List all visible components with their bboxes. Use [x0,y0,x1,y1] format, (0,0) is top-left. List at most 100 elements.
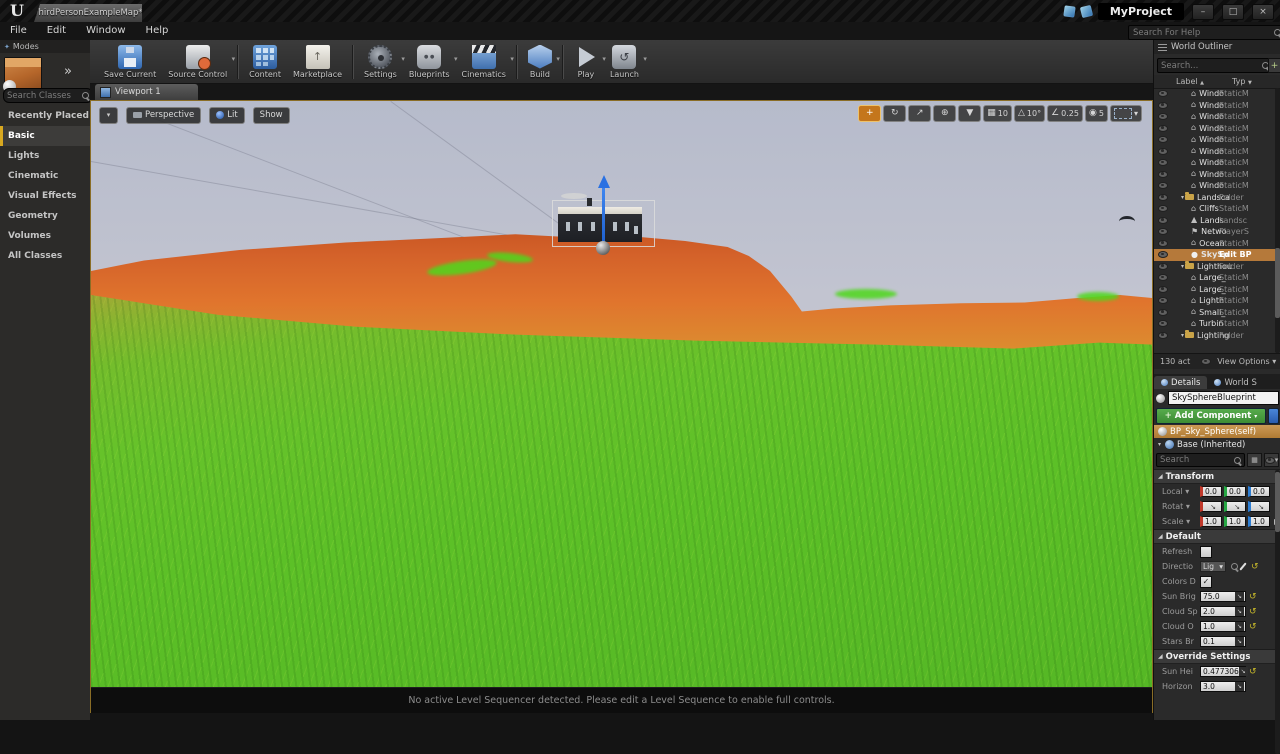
house-roof[interactable] [558,207,642,214]
visibility-eye-icon[interactable] [1158,263,1168,270]
mode-item-geometry[interactable]: Geometry [0,206,90,226]
menu-edit[interactable]: Edit [37,22,76,40]
minimize-button[interactable]: – [1192,4,1214,20]
chevron-down-icon[interactable]: ▾ [401,55,405,63]
surface-snap-button[interactable]: ▼ [958,105,981,122]
mode-item-all-classes[interactable]: All Classes [0,246,90,266]
outliner-row[interactable]: ⌂WindoStaticM [1154,134,1280,146]
maximize-button[interactable]: □ [1222,4,1244,20]
axis-input[interactable]: 1.0 [1200,516,1222,527]
eyedropper-icon[interactable] [1239,562,1246,570]
visibility-eye-icon[interactable] [1158,90,1168,97]
viewport-scene[interactable]: ▾ Perspective Lit Show +↻↗⊕▼▦10△10°∠0.25… [91,101,1152,687]
outliner-row[interactable]: ⌂WindoStaticM [1154,169,1280,181]
perspective-button[interactable]: Perspective [126,107,201,124]
camera-speed-button[interactable]: ◉5 [1085,105,1108,122]
visibility-eye-icon[interactable] [1158,148,1168,155]
outliner-row[interactable]: ⚑NetwoPlayerS [1154,226,1280,238]
toolbar-content-button[interactable]: Content [249,45,281,79]
outliner-row[interactable]: ⌂Large_StaticM [1154,284,1280,296]
axis-input[interactable]: ↘ [1200,501,1222,512]
spinner-icon[interactable]: ↘ [1235,592,1244,601]
pointer-icon[interactable] [1080,5,1093,18]
toolbar-settings-button[interactable]: Settings▾ [364,45,397,79]
outliner-row[interactable]: ⌂WindoStaticM [1154,146,1280,158]
expander-icon[interactable]: ▾ [1181,263,1184,270]
actor-name-field[interactable]: SkySphereBlueprint [1168,391,1279,405]
visibility-eye-icon[interactable] [1158,251,1168,258]
visibility-eye-icon[interactable] [1158,297,1168,304]
mode-item-recently-placed[interactable]: Recently Placed [0,106,90,126]
outliner-row[interactable]: ▾LandscaFolder [1154,192,1280,204]
outliner-row[interactable]: ⌂OceanStaticM [1154,238,1280,250]
visibility-eye-icon[interactable] [1158,228,1168,235]
type-column-header[interactable]: Typ ▼ [1232,77,1252,86]
reset-to-default-icon[interactable]: ↺ [1249,622,1257,632]
gizmo-origin-handle[interactable] [596,241,610,255]
feedback-icon[interactable] [1063,5,1075,17]
mode-item-volumes[interactable]: Volumes [0,226,90,246]
house[interactable] [558,214,642,242]
outliner-scrollbar[interactable] [1275,88,1280,353]
add-component-button[interactable]: +Add Component▾ [1156,408,1266,424]
search-icon[interactable] [1231,563,1238,570]
visibility-eye-icon[interactable] [1158,309,1168,316]
visibility-eye-icon[interactable] [1158,332,1168,339]
axis-input[interactable]: ↘ [1224,501,1246,512]
gizmo-z-arrowhead[interactable] [598,175,610,188]
modes-panel-header[interactable]: ✦ Modes [0,40,90,53]
viewport-tab[interactable]: Viewport 1 [95,84,198,100]
outliner-row[interactable]: ▲LandsLandsc [1154,215,1280,227]
axis-input[interactable]: 1.0 [1224,516,1246,527]
expander-icon[interactable]: ▾ [1181,194,1184,201]
checkbox[interactable] [1200,546,1212,558]
chevron-down-icon[interactable]: ▾ [454,55,458,63]
axis-input[interactable]: 0.0 [1248,486,1270,497]
number-input[interactable]: 1.0↘ [1200,621,1246,632]
number-input[interactable]: 3.0↘ [1200,681,1246,692]
outliner-row[interactable]: ⌂WindoStaticM [1154,157,1280,169]
spinner-icon[interactable]: ↘ [1239,667,1248,676]
details-scrollbar[interactable] [1275,470,1280,754]
toolbar-play-button[interactable]: Play▾ [574,45,598,79]
chevron-down-icon[interactable]: ▾ [510,55,514,63]
lit-mode-button[interactable]: Lit [209,107,244,124]
modes-search-input[interactable]: Search Classes [3,88,93,103]
gizmo-z-axis[interactable] [602,187,605,245]
viewport-options-button[interactable]: ▾ [99,107,118,124]
number-input[interactable]: 2.0↘ [1200,606,1246,617]
outliner-row[interactable]: ⌂CliffsStaticM [1154,203,1280,215]
expander-icon[interactable]: ▾ [1181,332,1184,339]
component-row[interactable]: ▾Base (Inherited) [1154,438,1280,451]
toolbar-blueprints-button[interactable]: Blueprints▾ [409,45,450,79]
spinner-icon[interactable]: ↘ [1235,637,1244,646]
modes-expand-button[interactable]: » [64,64,72,79]
viewport[interactable]: ▾ Perspective Lit Show +↻↗⊕▼▦10△10°∠0.25… [90,100,1153,713]
dropdown[interactable]: Lig▾ [1200,561,1226,572]
outliner-row[interactable]: ▾LighthouFolder [1154,261,1280,273]
reset-to-default-icon[interactable]: ↺ [1251,562,1259,572]
outliner-row[interactable]: ⌂Small_StaticM [1154,307,1280,319]
details-view-options[interactable]: ▾ [1264,453,1279,467]
reset-to-default-icon[interactable]: ↺ [1249,592,1257,602]
reset-to-default-icon[interactable]: ↺ [1249,607,1257,617]
visibility-eye-icon[interactable] [1158,286,1168,293]
close-button[interactable]: × [1252,4,1274,20]
mode-item-lights[interactable]: Lights [0,146,90,166]
toolbar-source-control-button[interactable]: Source Control▾ [168,45,227,79]
outliner-row[interactable]: ⌂WindoStaticM [1154,88,1280,100]
outliner-row[interactable]: ⌂TurbinStaticM [1154,318,1280,330]
edit-bp-link[interactable]: Edit BP [1219,250,1252,259]
toolbar-launch-button[interactable]: Launch▾ [610,45,639,79]
chevron-down-icon[interactable]: ▾ [556,55,560,63]
grass-field[interactable] [91,291,1152,687]
axis-input[interactable]: 0.0 [1200,486,1222,497]
reset-to-default-icon[interactable]: ↺ [1249,667,1257,677]
expander-icon[interactable]: ▾ [1158,441,1161,448]
menu-help[interactable]: Help [136,22,179,40]
visibility-eye-icon[interactable] [1158,240,1168,247]
section-header-default[interactable]: ◢Default [1154,529,1280,544]
outliner-row[interactable]: ⌂WindoStaticM [1154,100,1280,112]
visibility-eye-icon[interactable] [1158,125,1168,132]
outliner-row[interactable]: ⌂Large_StaticM [1154,272,1280,284]
